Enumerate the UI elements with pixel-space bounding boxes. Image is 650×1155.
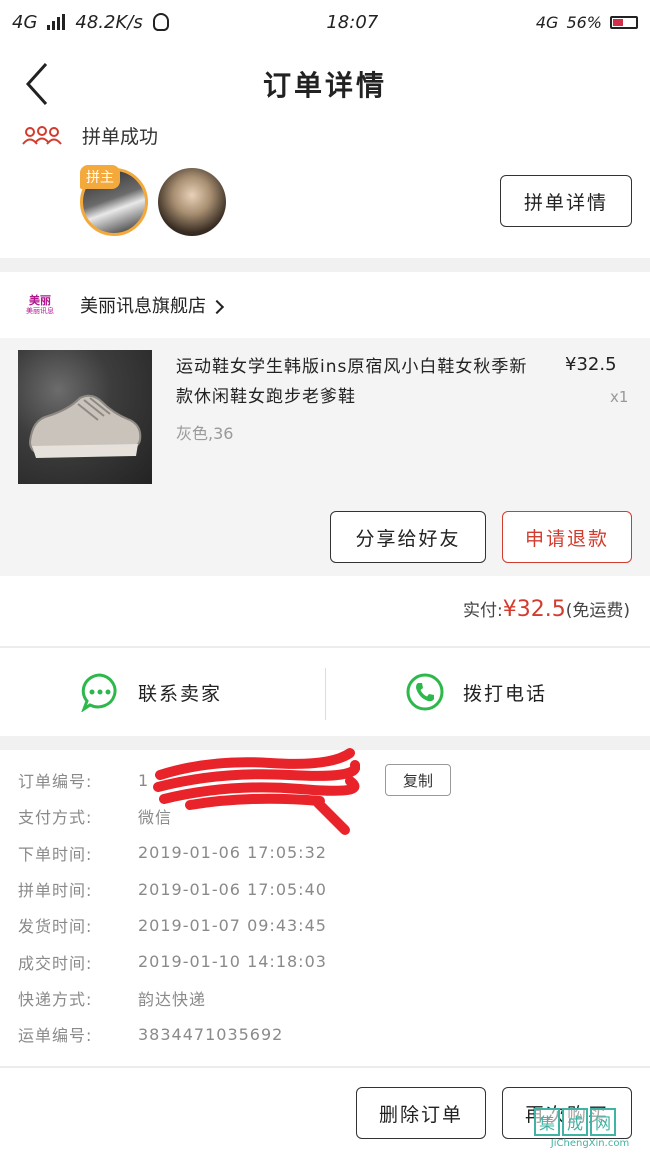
product-price: ¥32.5 [565, 354, 617, 375]
signal-icon [47, 14, 66, 30]
paid-summary: 实付:¥32.5(免运费) [463, 596, 630, 622]
info-row-ship-time: 发货时间: 2019-01-07 09:43:45 [18, 907, 632, 943]
info-row-courier: 快递方式: 韵达快递 [18, 980, 632, 1016]
refund-button[interactable]: 申请退款 [502, 511, 632, 563]
group-people-icon [22, 125, 62, 145]
sneaker-icon [28, 394, 142, 458]
shop-name: 美丽讯息旗舰店 [80, 292, 225, 318]
product-title[interactable]: 运动鞋女学生韩版ins原宿风小白鞋女秋季新款休闲鞋女跑步老爹鞋 [176, 352, 536, 412]
redaction-scribble [153, 748, 360, 835]
info-label: 快递方式: [18, 989, 93, 1009]
product-quantity: x1 [610, 388, 629, 406]
product-spec: 灰色,36 [176, 424, 234, 443]
copy-button[interactable]: 复制 [385, 764, 451, 796]
order-number-value: 1 [138, 770, 150, 790]
product-image[interactable] [18, 350, 152, 484]
info-row-tracking-number: 运单编号: 3834471035692 [18, 1016, 632, 1052]
info-row-complete-time: 成交时间: 2019-01-10 14:18:03 [18, 943, 632, 979]
status-time: 18:07 [326, 11, 379, 33]
info-value: 2019-01-06 17:05:40 [138, 879, 327, 899]
shipping-note: (免运费) [565, 601, 630, 621]
host-badge: 拼主 [80, 165, 120, 189]
avatar[interactable] [158, 168, 226, 236]
group-status: 拼单成功 [22, 122, 158, 149]
info-row-order-time: 下单时间: 2019-01-06 17:05:32 [18, 835, 632, 871]
group-status-text: 拼单成功 [82, 126, 159, 148]
shop-logo: 美丽 美丽讯息 [26, 294, 54, 315]
group-detail-button[interactable]: 拼单详情 [500, 175, 632, 227]
call-phone-button[interactable]: 拨打电话 [405, 648, 547, 736]
chevron-right-icon [209, 299, 225, 315]
info-value: 韵达快递 [138, 989, 207, 1009]
call-phone-label: 拨打电话 [463, 682, 548, 705]
info-value: 2019-01-10 14:18:03 [138, 952, 327, 972]
info-value: 3834471035692 [138, 1024, 284, 1044]
info-value: 2019-01-06 17:05:32 [138, 843, 327, 863]
section-divider [0, 258, 650, 272]
contact-seller-label: 联系卖家 [138, 682, 223, 705]
page-title: 订单详情 [262, 69, 387, 102]
info-label: 下单时间: [18, 844, 93, 864]
paid-label: 实付: [463, 601, 503, 621]
watermark-logo: 集 成 网 JiChengXin.com [534, 1108, 646, 1154]
back-button[interactable] [16, 60, 64, 108]
battery-percent: 56% [566, 12, 602, 32]
contact-row: 联系卖家 拨打电话 [0, 648, 650, 736]
info-label: 发货时间: [18, 917, 93, 937]
status-bar: 4G 48.2K/s 18:07 4G 56% [0, 0, 650, 44]
info-label: 支付方式: [18, 808, 93, 828]
network-label-right: 4G [535, 12, 559, 32]
contact-seller-button[interactable]: 联系卖家 [80, 648, 222, 736]
network-label: 4G [12, 11, 38, 33]
info-value: 2019-01-07 09:43:45 [138, 915, 327, 935]
paid-amount: ¥32.5 [502, 597, 566, 622]
contact-divider [325, 668, 326, 720]
battery-icon [610, 15, 638, 29]
back-arrow-icon [25, 62, 48, 106]
phone-icon [406, 673, 444, 711]
page-header: 订单详情 [0, 48, 650, 120]
share-button[interactable]: 分享给好友 [330, 511, 486, 563]
info-label: 拼单时间: [18, 881, 93, 901]
info-label: 成交时间: [18, 953, 93, 973]
product-card: 运动鞋女学生韩版ins原宿风小白鞋女秋季新款休闲鞋女跑步老爹鞋 ¥32.5 x1… [0, 338, 650, 576]
qq-icon [152, 13, 169, 31]
info-label: 订单编号: [18, 772, 93, 792]
section-divider [0, 1066, 650, 1068]
delete-order-button[interactable]: 删除订单 [356, 1087, 486, 1139]
shop-row[interactable]: 美丽 美丽讯息 美丽讯息旗舰店 [0, 272, 650, 338]
network-speed: 48.2K/s [75, 11, 143, 33]
chat-icon [81, 673, 117, 712]
info-label: 运单编号: [18, 1026, 93, 1046]
info-row-group-time: 拼单时间: 2019-01-06 17:05:40 [18, 871, 632, 907]
